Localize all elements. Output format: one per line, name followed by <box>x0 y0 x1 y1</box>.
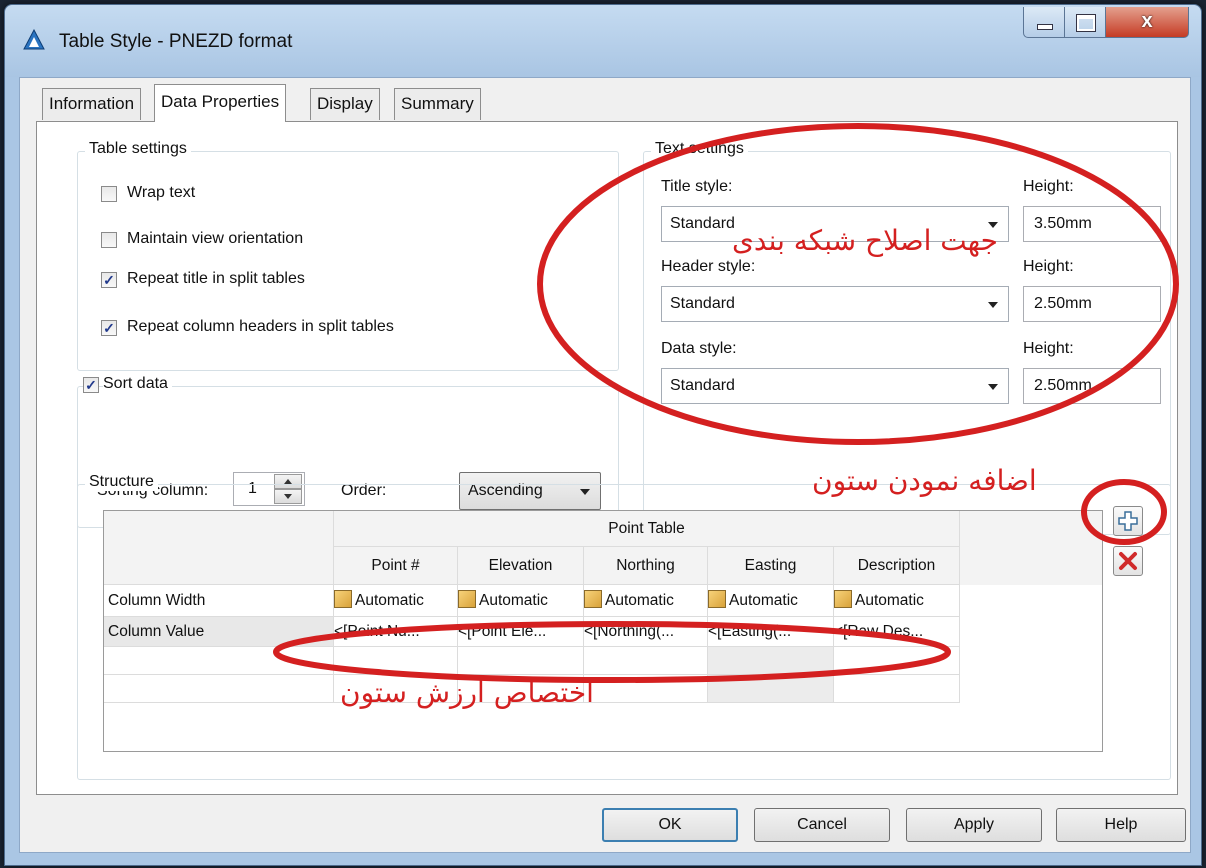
empty-cell <box>834 675 960 703</box>
repeat-title-checkbox[interactable]: ✓ <box>101 272 117 288</box>
data-style-label: Data style: <box>661 340 737 357</box>
column-header[interactable]: Northing <box>584 547 708 585</box>
empty-cell <box>458 647 584 675</box>
close-icon: x <box>1141 10 1153 32</box>
tab-display[interactable]: Display <box>310 88 380 120</box>
add-column-button[interactable] <box>1113 506 1143 536</box>
empty-cell <box>104 675 334 703</box>
tab-summary[interactable]: Summary <box>394 88 481 120</box>
delete-x-icon <box>1119 552 1137 570</box>
automatic-width-icon <box>458 590 476 608</box>
column-value-cell[interactable]: <[Raw Des... <box>834 617 960 647</box>
data-height-input[interactable]: 2.50mm <box>1023 368 1161 404</box>
column-width-cell[interactable]: Automatic <box>834 585 960 617</box>
empty-cell <box>104 647 334 675</box>
cancel-button[interactable]: Cancel <box>754 808 890 842</box>
header-height-input[interactable]: 2.50mm <box>1023 286 1161 322</box>
title-bar: Table Style - PNEZD format x <box>5 5 1201 77</box>
column-value-cell[interactable]: <[Point Ele... <box>458 617 584 647</box>
automatic-width-icon <box>708 590 726 608</box>
chevron-down-icon <box>988 384 998 390</box>
chevron-down-icon <box>988 302 998 308</box>
empty-cell <box>584 647 708 675</box>
column-width-value: Automatic <box>855 592 924 609</box>
title-height-label: Height: <box>1023 178 1074 195</box>
empty-cell <box>708 647 834 675</box>
column-value-cell[interactable]: <[Northing(... <box>584 617 708 647</box>
column-header[interactable]: Point # <box>334 547 458 585</box>
header-style-label: Header style: <box>661 258 756 275</box>
header-height-label: Height: <box>1023 258 1074 275</box>
repeat-title-label: Repeat title in split tables <box>127 270 305 287</box>
data-height-value: 2.50mm <box>1034 377 1092 394</box>
plus-icon <box>1118 511 1138 531</box>
column-header[interactable]: Description <box>834 547 960 585</box>
column-width-cell[interactable]: Automatic <box>708 585 834 617</box>
row-label: Column Width <box>104 585 334 617</box>
delete-column-button[interactable] <box>1113 546 1143 576</box>
sort-data-checkbox[interactable]: ✓ <box>83 377 99 393</box>
column-header[interactable]: Easting <box>708 547 834 585</box>
sort-data-label: Sort data <box>103 375 172 393</box>
text-settings-annotation: جهت اصلاح شبکه بندی <box>732 224 998 257</box>
repeat-headers-label: Repeat column headers in split tables <box>127 318 394 335</box>
column-width-cell[interactable]: Automatic <box>334 585 458 617</box>
title-style-label: Title style: <box>661 178 733 195</box>
title-height-value: 3.50mm <box>1034 215 1092 232</box>
help-button[interactable]: Help <box>1056 808 1186 842</box>
column-value-annotation: اختصاص ارزش ستون <box>340 676 594 709</box>
column-header[interactable]: Elevation <box>458 547 584 585</box>
structure-title: Structure <box>85 473 158 491</box>
maximize-button[interactable] <box>1064 7 1106 38</box>
table-settings-title: Table settings <box>85 140 191 158</box>
empty-cell <box>584 675 708 703</box>
column-width-cell[interactable]: Automatic <box>458 585 584 617</box>
column-width-value: Automatic <box>605 592 674 609</box>
column-width-value: Automatic <box>355 592 424 609</box>
column-width-value: Automatic <box>729 592 798 609</box>
column-value-cell[interactable]: <[Point Nu... <box>334 617 458 647</box>
add-column-annotation: اضافه نمودن ستون <box>812 464 1037 497</box>
apply-button[interactable]: Apply <box>906 808 1042 842</box>
column-value-cell[interactable]: <[Easting(... <box>708 617 834 647</box>
dialog-window: Table Style - PNEZD format x Information… <box>4 4 1202 866</box>
grid-corner-cell <box>104 511 334 585</box>
data-style-dropdown[interactable]: Standard <box>661 368 1009 404</box>
empty-cell <box>334 647 458 675</box>
column-width-cell[interactable]: Automatic <box>584 585 708 617</box>
maintain-view-label: Maintain view orientation <box>127 230 304 247</box>
structure-grid[interactable]: Point Table Point # Elevation Northing E… <box>103 510 1103 752</box>
tab-data-properties[interactable]: Data Properties <box>154 84 287 122</box>
wrap-text-checkbox[interactable] <box>101 186 117 202</box>
minimize-button[interactable] <box>1023 7 1065 38</box>
data-style-value: Standard <box>670 377 735 394</box>
data-properties-page: Table settings Wrap text Maintain view o… <box>36 121 1178 795</box>
data-height-label: Height: <box>1023 340 1074 357</box>
header-height-value: 2.50mm <box>1034 295 1092 312</box>
automatic-width-icon <box>584 590 602 608</box>
automatic-width-icon <box>334 590 352 608</box>
header-style-value: Standard <box>670 295 735 312</box>
point-table-title: Point Table <box>334 511 960 547</box>
automatic-width-icon <box>834 590 852 608</box>
close-button[interactable]: x <box>1105 7 1189 38</box>
window-title: Table Style - PNEZD format <box>59 31 293 52</box>
empty-cell <box>708 675 834 703</box>
column-width-value: Automatic <box>479 592 548 609</box>
wrap-text-label: Wrap text <box>127 184 196 201</box>
tab-information[interactable]: Information <box>42 88 142 120</box>
maintain-view-checkbox[interactable] <box>101 232 117 248</box>
ok-button[interactable]: OK <box>602 808 738 842</box>
title-height-input[interactable]: 3.50mm <box>1023 206 1161 242</box>
text-settings-title: Text settings <box>651 140 748 158</box>
header-style-dropdown[interactable]: Standard <box>661 286 1009 322</box>
row-label: Column Value <box>104 617 334 647</box>
repeat-headers-checkbox[interactable]: ✓ <box>101 320 117 336</box>
civil3d-app-icon <box>23 29 45 50</box>
title-style-value: Standard <box>670 215 735 232</box>
empty-cell <box>834 647 960 675</box>
